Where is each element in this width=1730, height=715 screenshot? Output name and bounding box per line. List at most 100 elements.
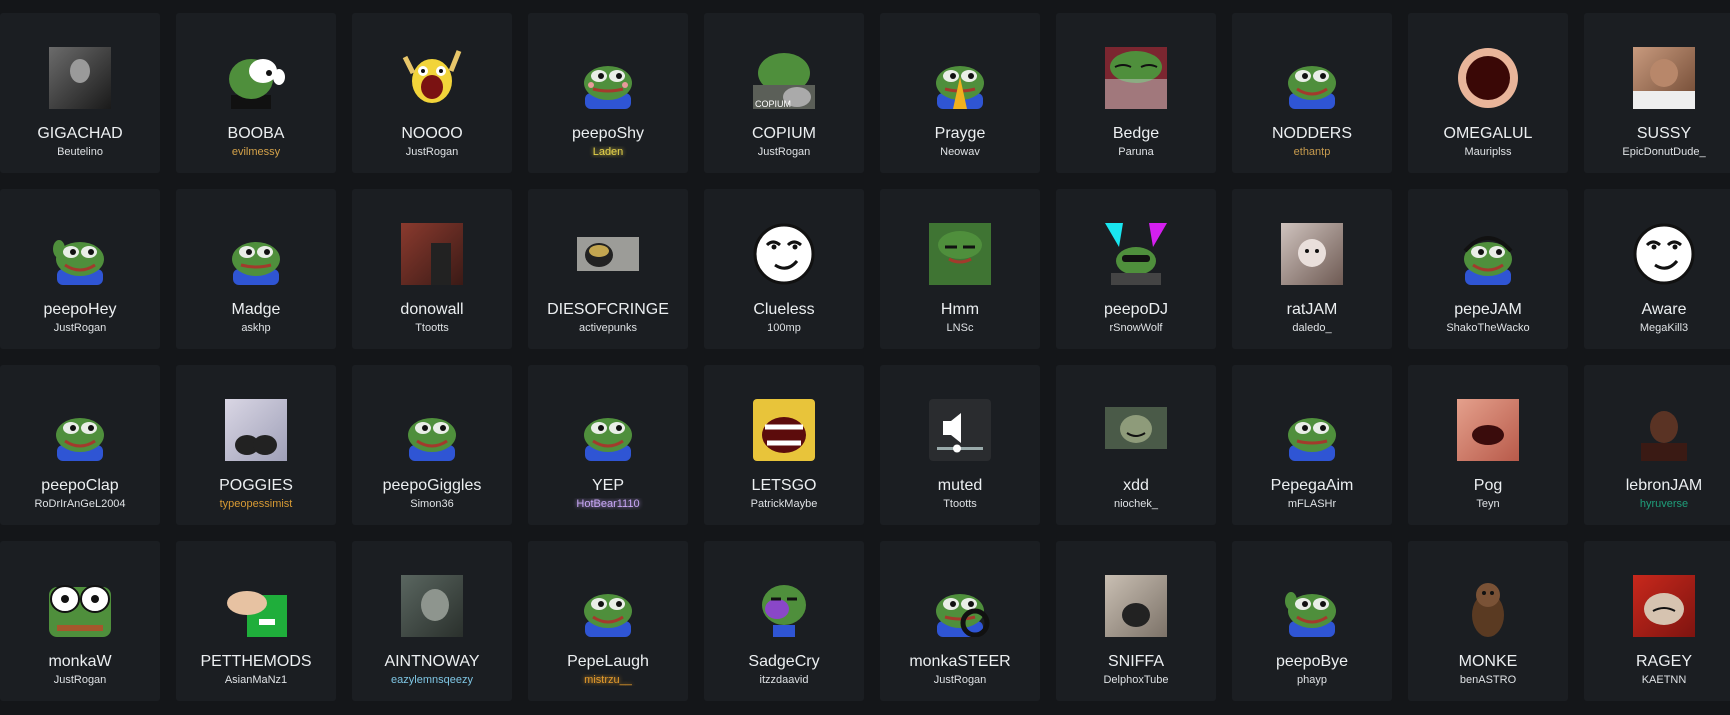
emote-name: peepoShy <box>571 125 645 142</box>
pepejam-icon <box>1457 223 1519 285</box>
emote-author[interactable]: phayp <box>1232 674 1392 686</box>
nodders-icon <box>1281 47 1343 109</box>
emote-author[interactable]: mistrzu__ <box>528 674 688 686</box>
emote-card-sussy[interactable]: SUSSY EpicDonutDude_ <box>1584 13 1730 173</box>
emote-author[interactable]: Simon36 <box>352 498 512 510</box>
emote-author[interactable]: Laden <box>528 146 688 158</box>
emote-name: NODDERS <box>1271 125 1352 142</box>
aintnoway-icon <box>401 575 463 637</box>
emote-author[interactable]: eazylemnsqeezy <box>352 674 512 686</box>
sadgecry-icon <box>753 575 815 637</box>
emote-author[interactable]: Neowav <box>880 146 1040 158</box>
emote-author[interactable]: evilmessy <box>176 146 336 158</box>
emote-name: POGGIES <box>219 477 293 494</box>
emote-card-aware[interactable]: Aware MegaKill3 <box>1584 189 1730 349</box>
emote-card-aintnoway[interactable]: AINTNOWAY eazylemnsqeezy <box>352 541 512 701</box>
emote-author[interactable]: Ttootts <box>880 498 1040 510</box>
emote-card-pepelaugh[interactable]: PepeLaugh mistrzu__ <box>528 541 688 701</box>
emote-author[interactable]: MegaKill3 <box>1584 322 1730 334</box>
emote-name: Aware <box>1641 301 1687 318</box>
emote-card-peepohey[interactable]: peepoHey JustRogan <box>0 189 160 349</box>
emote-card-diesofcringe[interactable]: DIESOFCRINGE activepunks <box>528 189 688 349</box>
emote-card-clueless[interactable]: Clueless 100mp <box>704 189 864 349</box>
emote-card-pepegaaim[interactable]: PepegaAim mFLASHr <box>1232 365 1392 525</box>
emote-card-petthemods[interactable]: PETTHEMODS AsianMaNz1 <box>176 541 336 701</box>
emote-author[interactable]: mFLASHr <box>1232 498 1392 510</box>
emote-author[interactable]: ShakoTheWacko <box>1408 322 1568 334</box>
emote-author[interactable]: LNSc <box>880 322 1040 334</box>
emote-name: Prayge <box>934 125 986 142</box>
lebronjam-icon <box>1633 399 1695 461</box>
emote-card-hmm[interactable]: Hmm LNSc <box>880 189 1040 349</box>
emote-author[interactable]: daledo_ <box>1232 322 1392 334</box>
emote-card-monkaw[interactable]: monkaW JustRogan <box>0 541 160 701</box>
emote-card-bedge[interactable]: Bedge Paruna <box>1056 13 1216 173</box>
pepelaugh-icon <box>577 575 639 637</box>
emote-author[interactable]: JustRogan <box>880 674 1040 686</box>
emote-card-madge[interactable]: Madge askhp <box>176 189 336 349</box>
emote-card-noooo[interactable]: NOOOO JustRogan <box>352 13 512 173</box>
emote-author[interactable]: askhp <box>176 322 336 334</box>
emote-author[interactable]: itzzdaavid <box>704 674 864 686</box>
emote-author[interactable]: niochek_ <box>1056 498 1216 510</box>
emote-author[interactable]: benASTRO <box>1408 674 1568 686</box>
emote-name: ratJAM <box>1286 301 1338 318</box>
emote-author[interactable]: Teyn <box>1408 498 1568 510</box>
emote-author[interactable]: HotBear1110 <box>528 498 688 510</box>
emote-card-lebronjam[interactable]: lebronJAM hyruverse <box>1584 365 1730 525</box>
emote-author[interactable]: Mauriplss <box>1408 146 1568 158</box>
emote-grid: GIGACHAD Beutelino BOOBA evilmessy NOOOO Just… <box>0 0 1730 715</box>
emote-author[interactable]: 100mp <box>704 322 864 334</box>
emote-card-prayge[interactable]: Prayge Neowav <box>880 13 1040 173</box>
emote-author[interactable]: hyruverse <box>1584 498 1730 510</box>
emote-card-gigachad[interactable]: GIGACHAD Beutelino <box>0 13 160 173</box>
sniffa-icon <box>1105 575 1167 637</box>
emote-author[interactable]: DelphoxTube <box>1056 674 1216 686</box>
emote-name: Pog <box>1473 477 1503 494</box>
emote-card-muted[interactable]: muted Ttootts <box>880 365 1040 525</box>
emote-author[interactable]: typeopessimist <box>176 498 336 510</box>
emote-card-xdd[interactable]: xdd niochek_ <box>1056 365 1216 525</box>
emote-author[interactable]: JustRogan <box>704 146 864 158</box>
emote-author[interactable]: KAETNN <box>1584 674 1730 686</box>
emote-author[interactable]: JustRogan <box>352 146 512 158</box>
emote-card-sniffa[interactable]: SNIFFA DelphoxTube <box>1056 541 1216 701</box>
emote-card-ragey[interactable]: RAGEY KAETNN <box>1584 541 1730 701</box>
peepohey-icon <box>49 223 111 285</box>
emote-card-letsgo[interactable]: LETSGO PatrickMaybe <box>704 365 864 525</box>
emote-card-monkasteer[interactable]: monkaSTEER JustRogan <box>880 541 1040 701</box>
emote-card-sadgecry[interactable]: SadgeCry itzzdaavid <box>704 541 864 701</box>
emote-card-peeposhy[interactable]: peepoShy Laden <box>528 13 688 173</box>
emote-card-peepobye[interactable]: peepoBye phayp <box>1232 541 1392 701</box>
emote-card-copium[interactable]: COPIUM COPIUM JustRogan <box>704 13 864 173</box>
emote-card-booba[interactable]: BOOBA evilmessy <box>176 13 336 173</box>
emote-card-peepoclap[interactable]: peepoClap RoDrIrAnGeL2004 <box>0 365 160 525</box>
emote-author[interactable]: ethantp <box>1232 146 1392 158</box>
emote-card-donowall[interactable]: donowall Ttootts <box>352 189 512 349</box>
emote-card-peepodj[interactable]: peepoDJ rSnowWolf <box>1056 189 1216 349</box>
emote-card-nodders[interactable]: NODDERS ethantp <box>1232 13 1392 173</box>
emote-author[interactable]: Ttootts <box>352 322 512 334</box>
emote-card-yep[interactable]: YEP HotBear1110 <box>528 365 688 525</box>
emote-card-pog[interactable]: Pog Teyn <box>1408 365 1568 525</box>
emote-author[interactable]: RoDrIrAnGeL2004 <box>0 498 160 510</box>
emote-card-peepogiggles[interactable]: peepoGiggles Simon36 <box>352 365 512 525</box>
emote-author[interactable]: AsianMaNz1 <box>176 674 336 686</box>
emote-card-poggies[interactable]: POGGIES typeopessimist <box>176 365 336 525</box>
clueless-icon <box>753 223 815 285</box>
emote-author[interactable]: Beutelino <box>0 146 160 158</box>
emote-author[interactable]: PatrickMaybe <box>704 498 864 510</box>
emote-author[interactable]: rSnowWolf <box>1056 322 1216 334</box>
emote-author[interactable]: activepunks <box>528 322 688 334</box>
emote-card-omegalul[interactable]: OMEGALUL Mauriplss <box>1408 13 1568 173</box>
emote-card-monke[interactable]: MONKE benASTRO <box>1408 541 1568 701</box>
aware-icon <box>1633 223 1695 285</box>
emote-name: SUSSY <box>1636 125 1692 142</box>
peeposhy-icon <box>577 47 639 109</box>
emote-card-ratjam[interactable]: ratJAM daledo_ <box>1232 189 1392 349</box>
emote-card-pepejam[interactable]: pepeJAM ShakoTheWacko <box>1408 189 1568 349</box>
emote-author[interactable]: EpicDonutDude_ <box>1584 146 1730 158</box>
emote-author[interactable]: Paruna <box>1056 146 1216 158</box>
emote-author[interactable]: JustRogan <box>0 322 160 334</box>
emote-author[interactable]: JustRogan <box>0 674 160 686</box>
